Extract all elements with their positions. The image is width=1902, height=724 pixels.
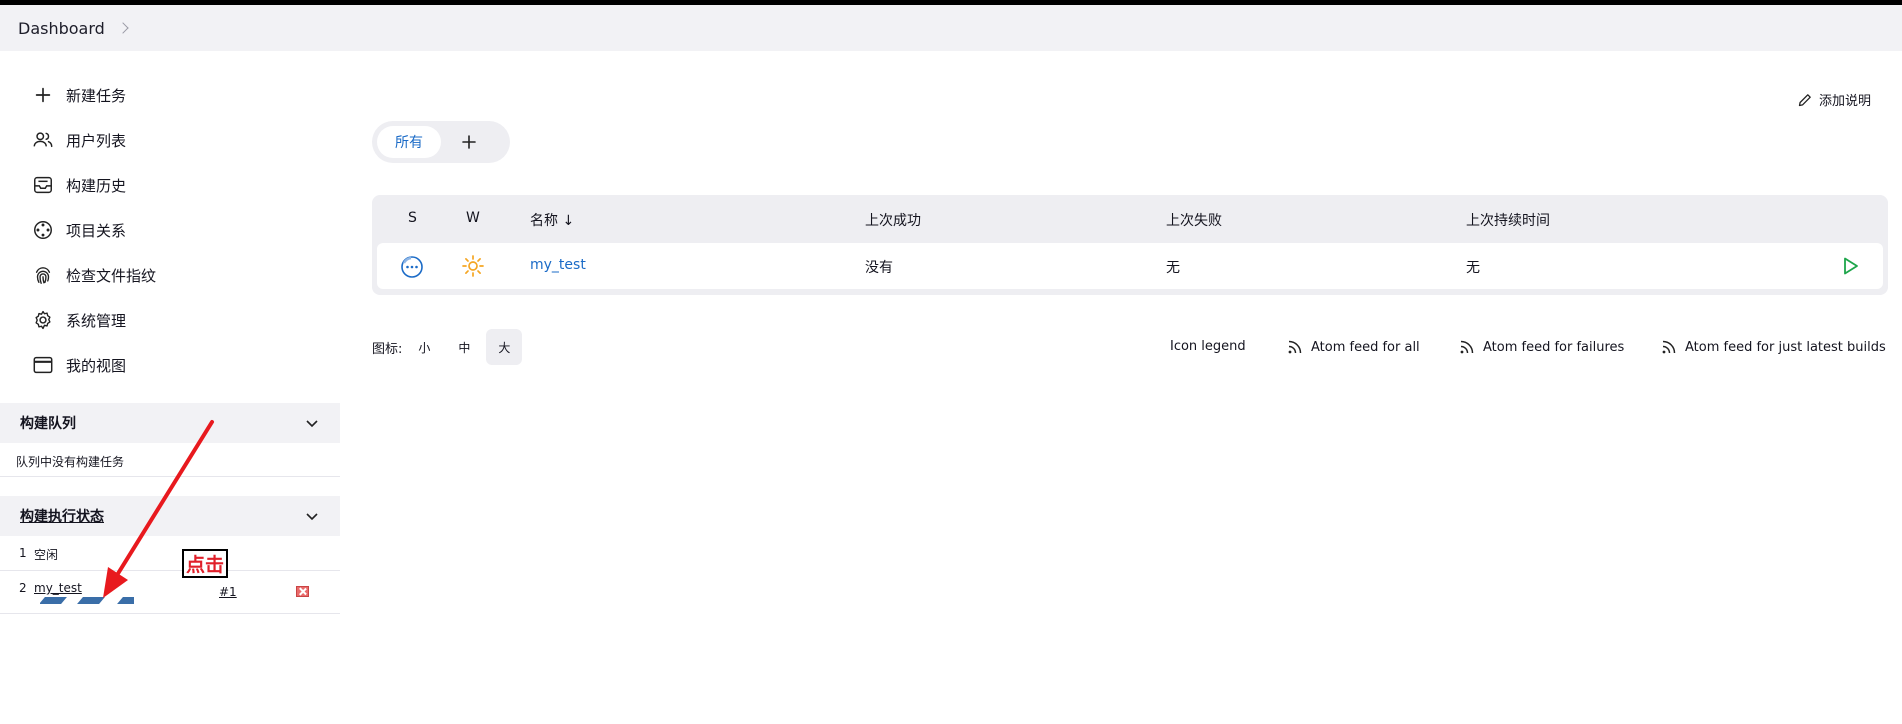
column-header-s[interactable]: S bbox=[408, 210, 417, 226]
add-view-icon[interactable] bbox=[459, 132, 479, 152]
table-row: my_test 没有 无 无 bbox=[377, 243, 1883, 289]
executors-title[interactable]: 构建执行状态 bbox=[20, 506, 104, 526]
schedule-build-icon[interactable] bbox=[1839, 255, 1861, 277]
sidebar-item-label: 系统管理 bbox=[66, 311, 127, 330]
executor-row: 1 空闲 bbox=[0, 536, 340, 570]
gear-icon bbox=[35, 310, 51, 330]
sidebar-item-label: 新建任务 bbox=[66, 86, 127, 105]
relationship-icon bbox=[34, 221, 52, 239]
icon-size-large[interactable]: 大 bbox=[486, 329, 523, 365]
sidebar-item-label: 构建历史 bbox=[66, 176, 127, 195]
sidebar-item-users[interactable]: 用户列表 bbox=[32, 125, 126, 155]
pencil-icon bbox=[1798, 93, 1811, 106]
icon-size-small[interactable]: 小 bbox=[406, 329, 442, 365]
rss-icon bbox=[1460, 340, 1474, 354]
icon-size-selector: 图标: 小 中 大 bbox=[372, 329, 523, 365]
atom-feed-failures-label: Atom feed for failures bbox=[1483, 339, 1625, 355]
tab-all[interactable]: 所有 bbox=[377, 126, 441, 158]
atom-feed-failures-link[interactable]: Atom feed for failures bbox=[1459, 339, 1624, 355]
atom-feed-all-label: Atom feed for all bbox=[1311, 339, 1420, 355]
executor-job-link[interactable]: my_test bbox=[34, 581, 82, 595]
breadcrumb: Dashboard bbox=[0, 5, 1902, 51]
window-icon bbox=[33, 356, 53, 374]
sidebar-item-new-job[interactable]: 新建任务 bbox=[32, 80, 126, 110]
sidebar-item-build-history[interactable]: 构建历史 bbox=[32, 170, 126, 200]
breadcrumb-dashboard[interactable]: Dashboard bbox=[18, 19, 105, 38]
sidebar-item-project-relationship[interactable]: 项目关系 bbox=[32, 215, 126, 245]
icon-legend-label: Icon legend bbox=[1170, 339, 1246, 354]
executor-status: 空闲 bbox=[34, 548, 59, 562]
users-icon bbox=[33, 132, 53, 148]
executor-row: 2 my_test #1 bbox=[0, 571, 340, 605]
sidebar-item-fingerprint[interactable]: 检查文件指纹 bbox=[32, 260, 156, 290]
build-queue-title[interactable]: 构建队列 bbox=[20, 413, 76, 433]
atom-feed-all-link[interactable]: Atom feed for all bbox=[1287, 339, 1420, 355]
add-description-button[interactable]: 添加说明 bbox=[1797, 90, 1871, 109]
chevron-right-icon[interactable] bbox=[117, 22, 129, 34]
stop-build-icon[interactable] bbox=[296, 586, 309, 597]
chevron-down-icon[interactable] bbox=[304, 415, 320, 431]
rss-icon bbox=[1288, 340, 1302, 354]
build-queue-empty-text: 队列中没有构建任务 bbox=[16, 455, 125, 469]
sidebar: 新建任务 用户列表 构建历史 项目关系 检查文件指纹 系统管理 我的视图 构建队… bbox=[0, 51, 340, 724]
executor-build-link[interactable]: #1 bbox=[219, 585, 237, 599]
column-header-name[interactable]: 名称 ↓ bbox=[530, 210, 574, 230]
inbox-icon bbox=[34, 176, 52, 194]
add-description-label: 添加说明 bbox=[1819, 94, 1872, 109]
icon-size-medium[interactable]: 中 bbox=[446, 329, 482, 365]
sidebar-item-label: 检查文件指纹 bbox=[66, 266, 157, 285]
build-progress-bar bbox=[40, 597, 134, 604]
plus-icon bbox=[35, 87, 51, 103]
sun-icon bbox=[462, 255, 484, 277]
column-header-last-failure[interactable]: 上次失败 bbox=[1166, 210, 1222, 230]
executor-number: 1 bbox=[19, 546, 27, 560]
divider bbox=[0, 476, 340, 477]
job-name-link[interactable]: my_test bbox=[530, 257, 586, 273]
atom-feed-latest-link[interactable]: Atom feed for just latest builds bbox=[1661, 339, 1886, 355]
rss-icon bbox=[1662, 340, 1676, 354]
click-annotation-label: 点击 bbox=[182, 549, 228, 578]
job-last-failure: 无 bbox=[1166, 260, 1180, 276]
build-queue-header: 构建队列 bbox=[0, 403, 340, 443]
icon-size-label: 图标: bbox=[372, 341, 403, 357]
sidebar-item-label: 用户列表 bbox=[66, 131, 127, 150]
atom-feed-latest-label: Atom feed for just latest builds bbox=[1685, 339, 1886, 355]
column-header-last-success[interactable]: 上次成功 bbox=[865, 210, 921, 230]
sidebar-item-label: 我的视图 bbox=[66, 356, 127, 375]
icon-legend-link[interactable]: Icon legend bbox=[1170, 339, 1246, 354]
view-tabs: 所有 bbox=[372, 121, 510, 163]
column-header-last-duration[interactable]: 上次持续时间 bbox=[1466, 210, 1550, 230]
executors-header: 构建执行状态 bbox=[0, 496, 340, 536]
column-header-w[interactable]: W bbox=[466, 210, 480, 226]
jobs-table: S W 名称 ↓ 上次成功 上次失败 上次持续时间 my_test 没有 无 无 bbox=[372, 195, 1888, 295]
sidebar-item-manage[interactable]: 系统管理 bbox=[32, 305, 126, 335]
executor-number: 2 bbox=[19, 581, 27, 595]
job-last-duration: 无 bbox=[1466, 260, 1480, 276]
sidebar-item-my-views[interactable]: 我的视图 bbox=[32, 350, 126, 380]
in-progress-icon bbox=[401, 256, 423, 278]
fingerprint-icon bbox=[35, 267, 51, 284]
job-last-success: 没有 bbox=[865, 260, 893, 276]
chevron-down-icon[interactable] bbox=[304, 508, 320, 524]
divider bbox=[0, 613, 340, 614]
sidebar-item-label: 项目关系 bbox=[66, 221, 127, 240]
